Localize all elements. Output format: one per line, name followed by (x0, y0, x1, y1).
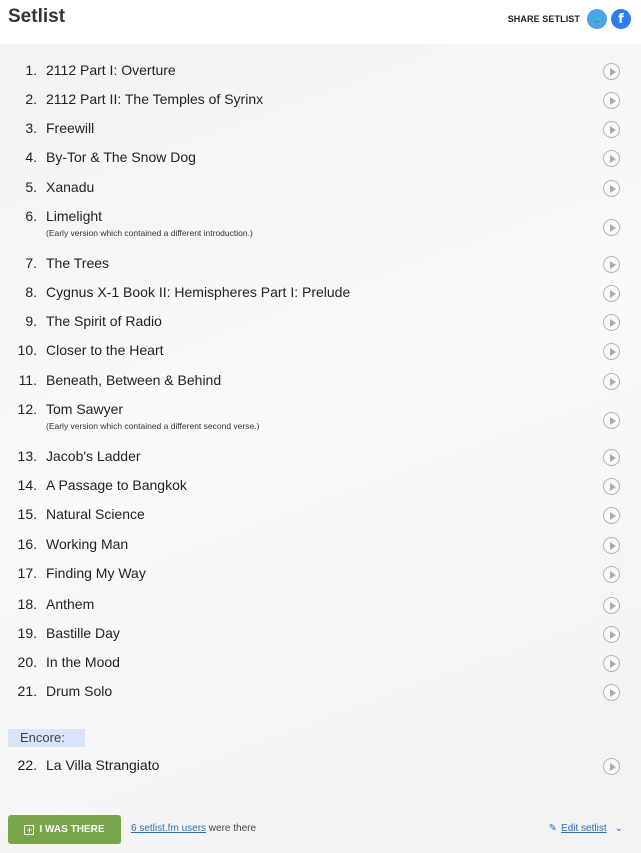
play-icon[interactable] (603, 180, 620, 197)
plus-box-icon: + (24, 824, 35, 835)
song-title[interactable]: Cygnus X-1 Book II: Hemispheres Part I: … (46, 284, 350, 300)
i-was-there-label: I WAS THERE (39, 824, 105, 835)
song-title[interactable]: Limelight (46, 208, 102, 224)
song-title[interactable]: Bastille Day (46, 625, 120, 641)
song-title[interactable]: Jacob's Ladder (46, 448, 141, 464)
edit-setlist-label: Edit setlist (561, 823, 607, 834)
play-icon[interactable] (603, 758, 620, 775)
song-number: 2. (25, 91, 37, 107)
setlist-footer: + I WAS THERE 6 setlist.fm users were th… (0, 812, 641, 848)
setlist-header: Setlist SHARE SETLIST 🐦 f (0, 0, 641, 40)
song-number: 16. (17, 536, 37, 552)
play-icon[interactable] (603, 256, 620, 273)
song-number: 21. (17, 683, 37, 699)
play-icon[interactable] (603, 285, 620, 302)
song-number: 11. (18, 372, 37, 388)
song-title[interactable]: Drum Solo (46, 683, 112, 699)
song-number: 10. (17, 342, 37, 358)
song-number: 20. (17, 654, 37, 670)
play-icon[interactable] (603, 150, 620, 167)
song-title[interactable]: Freewill (46, 120, 94, 136)
play-icon[interactable] (603, 219, 620, 236)
play-icon[interactable] (603, 343, 620, 360)
song-number: 1. (25, 62, 37, 78)
play-icon[interactable] (603, 566, 620, 583)
song-title[interactable]: 2112 Part II: The Temples of Syrinx (46, 91, 263, 107)
song-title[interactable]: Natural Science (46, 506, 145, 522)
play-icon[interactable] (603, 626, 620, 643)
pencil-icon: ✎ (548, 823, 558, 834)
users-link[interactable]: 6 setlist.fm users (131, 823, 206, 834)
song-number: 7. (25, 255, 37, 271)
i-was-there-button[interactable]: + I WAS THERE (8, 815, 121, 844)
play-icon[interactable] (603, 412, 620, 429)
play-icon[interactable] (603, 449, 620, 466)
chevron-down-icon[interactable]: ⌄ (615, 823, 623, 834)
play-icon[interactable] (603, 684, 620, 701)
song-title[interactable]: In the Mood (46, 654, 120, 670)
song-number: 18. (17, 596, 37, 612)
share-setlist: SHARE SETLIST 🐦 f (508, 8, 631, 30)
song-number: 4. (25, 149, 37, 165)
encore-label: Encore: (8, 729, 85, 747)
users-suffix: were there (206, 823, 257, 834)
play-icon[interactable] (603, 478, 620, 495)
song-number: 3. (25, 120, 37, 136)
song-title[interactable]: Finding My Way (46, 565, 146, 581)
song-number: 14. (17, 477, 37, 493)
song-title[interactable]: Closer to the Heart (46, 342, 164, 358)
song-number: 12. (17, 401, 37, 417)
play-icon[interactable] (603, 537, 620, 554)
song-title[interactable]: Tom Sawyer (46, 401, 123, 417)
song-number: 15. (17, 506, 37, 522)
song-title[interactable]: Working Man (46, 536, 128, 552)
play-icon[interactable] (603, 121, 620, 138)
play-icon[interactable] (603, 63, 620, 80)
song-title[interactable]: 2112 Part I: Overture (46, 62, 176, 78)
song-title[interactable]: Anthem (46, 596, 94, 612)
song-number: 17. (17, 565, 37, 581)
song-number: 6. (25, 208, 37, 224)
play-icon[interactable] (603, 373, 620, 390)
song-number: 9. (25, 313, 37, 329)
song-number: 8. (25, 284, 37, 300)
song-number: 13. (17, 448, 37, 464)
share-label: SHARE SETLIST (507, 14, 580, 24)
play-icon[interactable] (603, 597, 620, 614)
song-info: (Early version which contained a differe… (46, 228, 253, 238)
song-title[interactable]: The Spirit of Radio (46, 313, 162, 329)
song-title[interactable]: The Trees (46, 255, 109, 271)
song-title[interactable]: La Villa Strangiato (46, 757, 159, 773)
play-icon[interactable] (603, 655, 620, 672)
attendance-text: 6 setlist.fm users were there (131, 823, 256, 834)
song-info: (Early version which contained a differe… (46, 421, 260, 431)
song-number: 22. (17, 757, 37, 773)
song-number: 19. (17, 625, 37, 641)
song-title[interactable]: Xanadu (46, 179, 94, 195)
song-title[interactable]: Beneath, Between & Behind (46, 372, 221, 388)
play-icon[interactable] (603, 92, 620, 109)
song-title[interactable]: A Passage to Bangkok (46, 477, 187, 493)
edit-setlist-link[interactable]: ✎ Edit setlist ⌄ (549, 823, 623, 834)
song-title[interactable]: By-Tor & The Snow Dog (46, 149, 196, 165)
song-number: 5. (25, 179, 37, 195)
play-icon[interactable] (603, 314, 620, 331)
page-title: Setlist (8, 6, 66, 27)
play-icon[interactable] (603, 507, 620, 524)
facebook-icon[interactable]: f (611, 9, 631, 29)
twitter-icon[interactable]: 🐦 (587, 9, 607, 29)
